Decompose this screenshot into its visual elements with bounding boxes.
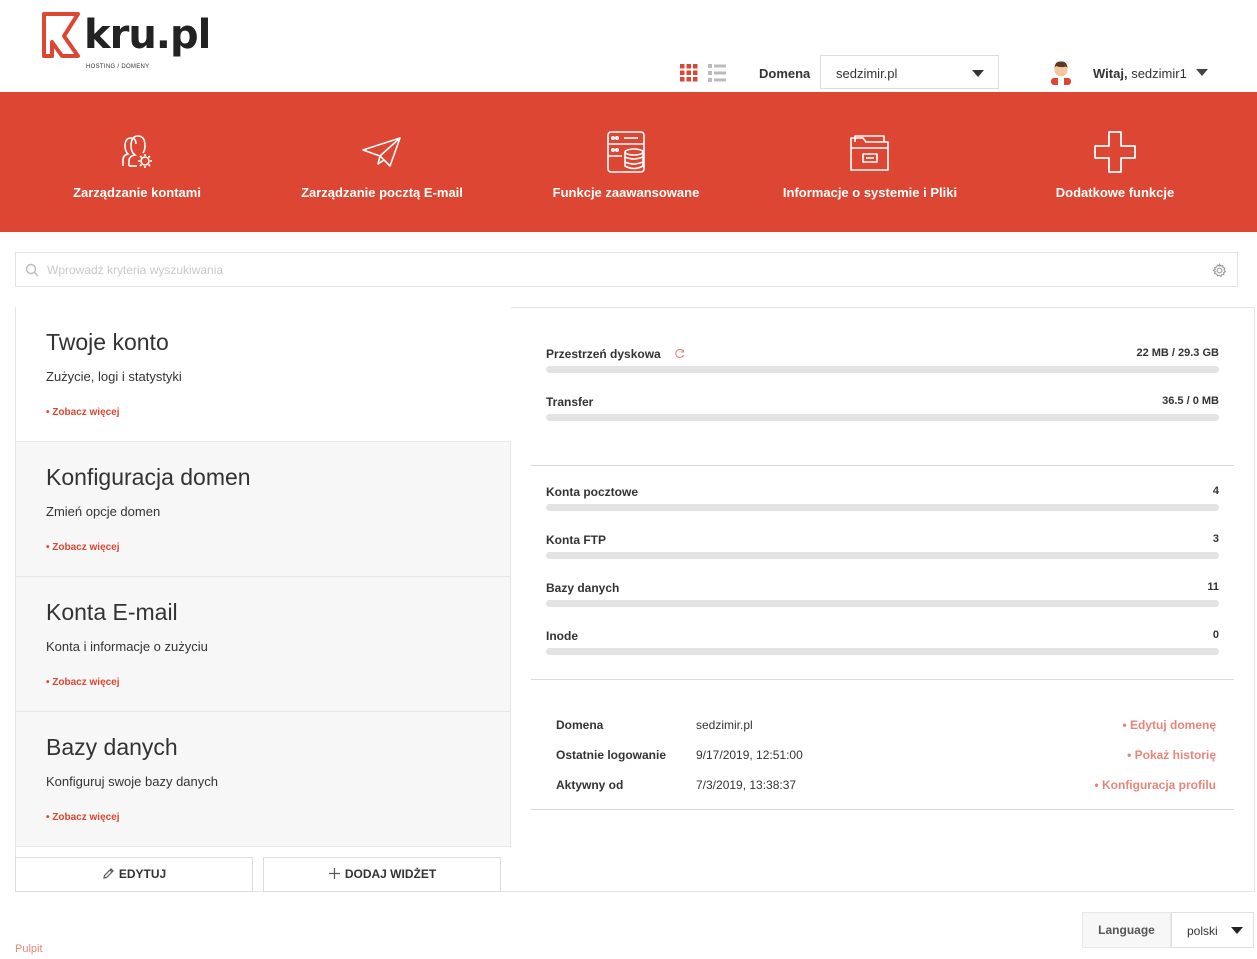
paper-plane-icon [362,137,401,167]
logo-mark-icon [42,12,80,58]
divider [531,809,1234,810]
card-databases[interactable]: Bazy danych Konfiguruj swoje bazy danych… [15,712,511,847]
stat-value: 22 MB / 29.3 GB [1136,347,1219,359]
nav-item-advanced[interactable]: Funkcje zaawansowane [536,92,716,232]
nav-label: Zarządzanie kontami [73,185,201,200]
profile-config-link[interactable]: • Konfiguracja profilu [1094,778,1216,792]
username: sedzimir1 [1131,66,1187,81]
nav-item-system-files[interactable]: Informacje o systemie i Pliki [770,92,970,232]
grid-view-icon[interactable] [680,64,698,82]
info-value: sedzimir.pl [696,718,753,732]
count-bar [546,648,1219,655]
main-nav: Zarządzanie kontami Zarządzanie pocztą E… [0,92,1257,232]
nav-item-email[interactable]: Zarządzanie pocztą E-mail [287,92,477,232]
stat-label: Transfer [546,395,594,409]
card-title: Bazy danych [46,734,178,760]
card-email[interactable]: Konta E-mail Konta i informacje o zużyci… [15,577,511,712]
info-row-last-login: Ostatnie logowanie 9/17/2019, 12:51:00 •… [556,748,1216,766]
logo-text: kru.pl [84,12,211,58]
stat-value: 11 [1207,581,1219,593]
see-more-link[interactable]: • Zobacz więcej [46,677,120,688]
card-title: Konta E-mail [46,599,178,625]
domain-select[interactable]: sedzimir.pl [820,55,999,89]
breadcrumb[interactable]: Pulpit [15,943,43,955]
logo-subtitle: HOSTING / DOMENY [86,64,150,70]
plus-icon [1094,131,1136,173]
stat-label: Konta pocztowe [546,485,638,499]
info-label: Ostatnie logowanie [556,748,667,762]
card-subtitle: Zmień opcje domen [46,504,161,519]
edit-button[interactable]: EDYTUJ [15,857,253,892]
search-input[interactable] [47,261,1197,279]
chevron-down-icon [1231,927,1243,934]
divider [531,679,1234,680]
language-switcher: Language polski [1082,912,1254,948]
card-title: Konfiguracja domen [46,464,251,490]
nav-label: Funkcje zaawansowane [552,185,700,200]
chevron-down-icon [972,70,984,77]
stat-value: 36.5 / 0 MB [1162,395,1219,407]
stat-label: Inode [546,629,578,643]
nav-item-accounts[interactable]: Zarządzanie kontami [47,92,227,232]
show-history-link[interactable]: • Pokaż historię [1127,748,1216,762]
nav-label: Dodatkowe funkcje [1055,185,1175,200]
folder-icon [850,135,889,171]
logo[interactable]: kru.pl HOSTING / DOMENY [42,12,211,76]
edit-button-label: EDYTUJ [118,867,167,881]
info-label: Aktywny od [556,778,624,792]
count-bar [546,552,1219,559]
card-subtitle: Zużycie, logi i statystyki [46,369,182,384]
gear-icon[interactable] [1212,263,1227,278]
card-title: Twoje konto [46,329,169,355]
domain-select-value: sedzimir.pl [836,66,898,81]
card-subtitle: Konta i informacje o zużyciu [46,639,208,654]
pencil-icon [103,868,114,879]
user-greeting[interactable]: Witaj, sedzimir1 [1093,66,1187,81]
add-widget-button-label: DODAJ WIDŻET [344,867,437,881]
nav-label: Informacje o systemie i Pliki [782,185,958,200]
avatar[interactable] [1049,59,1073,85]
domain-label: Domena [759,66,811,81]
count-bar [546,600,1219,607]
info-label: Domena [556,718,604,732]
see-more-link[interactable]: • Zobacz więcej [46,407,120,418]
refresh-icon[interactable] [674,348,685,359]
nav-label: Zarządzanie pocztą E-mail [301,185,463,200]
stat-value: 0 [1212,629,1219,641]
header: kru.pl HOSTING / DOMENY Domena sedzimir.… [0,0,1257,92]
plus-small-icon [328,868,340,879]
info-row-active-since: Aktywny od 7/3/2019, 13:38:37 • Konfigur… [556,778,1216,796]
users-gear-icon [122,135,152,168]
card-subtitle: Konfiguruj swoje bazy danych [46,774,218,789]
card-account[interactable]: Twoje konto Zużycie, logi i statystyki •… [15,307,511,442]
count-bar [546,504,1219,511]
see-more-link[interactable]: • Zobacz więcej [46,542,120,553]
add-widget-button[interactable]: DODAJ WIDŻET [263,857,501,892]
search-bar [15,252,1238,287]
stat-label: Przestrzeń dyskowa [546,347,661,361]
see-more-link[interactable]: • Zobacz więcej [46,812,120,823]
list-view-icon[interactable] [708,64,726,82]
divider [531,465,1234,466]
search-icon [25,263,39,277]
user-menu-chevron-icon[interactable] [1196,69,1208,76]
stat-value: 3 [1212,533,1219,545]
usage-bar [546,366,1219,373]
language-select-value: polski [1187,924,1218,938]
card-domains[interactable]: Konfiguracja domen Zmień opcje domen • Z… [15,442,511,577]
language-select[interactable]: polski [1171,912,1254,948]
stat-label: Konta FTP [546,533,606,547]
greeting-prefix: Witaj, [1093,66,1128,81]
stat-value: 4 [1212,485,1219,497]
stat-label: Bazy danych [546,581,620,595]
nav-item-extra[interactable]: Dodatkowe funkcje [1025,92,1205,232]
info-value: 7/3/2019, 13:38:37 [696,778,797,792]
info-value: 9/17/2019, 12:51:00 [696,748,803,762]
server-database-icon [607,131,645,173]
usage-bar [546,414,1219,421]
info-row-domain: Domena sedzimir.pl • Edytuj domenę [556,718,1216,736]
edit-domain-link[interactable]: • Edytuj domenę [1122,718,1216,732]
language-label: Language [1082,912,1171,948]
